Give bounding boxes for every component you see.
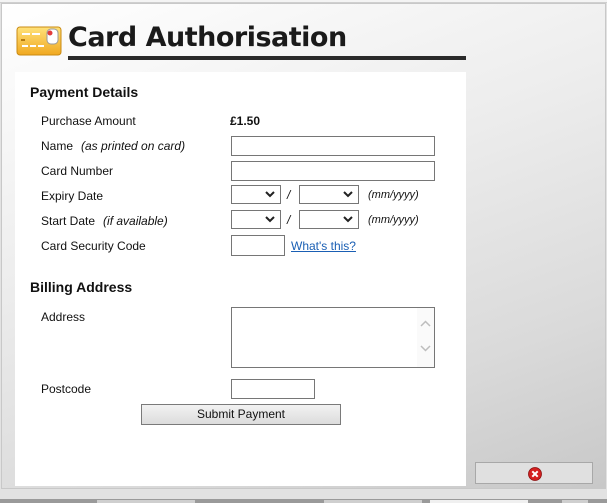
- page-title: Card Authorisation: [68, 22, 347, 53]
- postcode-label: Postcode: [41, 382, 92, 396]
- scroll-up-icon[interactable]: [420, 320, 431, 328]
- taskbar-strip: [0, 499, 607, 503]
- name-label-text: Name: [41, 139, 74, 153]
- credit-card-icon: [16, 26, 62, 56]
- expiry-separator: /: [287, 188, 291, 202]
- card-number-input[interactable]: [231, 161, 435, 181]
- form-panel: Payment Details Purchase Amount £1.50 Na…: [15, 72, 466, 486]
- chevron-down-icon: [265, 191, 275, 198]
- address-textarea[interactable]: [231, 307, 435, 368]
- payment-details-heading: Payment Details: [30, 84, 139, 100]
- chevron-down-icon: [343, 191, 353, 198]
- billing-address-heading: Billing Address: [30, 279, 133, 295]
- expiry-year-select[interactable]: [299, 185, 359, 204]
- chevron-down-icon: [343, 216, 353, 223]
- purchase-amount-label: Purchase Amount: [41, 114, 136, 128]
- start-format-hint: (mm/yyyy): [368, 214, 419, 226]
- scroll-down-icon[interactable]: [420, 344, 431, 352]
- expiry-date-label: Expiry Date: [41, 189, 104, 203]
- title-underline: [68, 56, 466, 60]
- name-hint: (as printed on card): [81, 139, 186, 153]
- expiry-format-hint: (mm/yyyy): [368, 189, 419, 201]
- start-date-label: Start Date (if available): [41, 214, 168, 228]
- close-button[interactable]: [475, 462, 593, 484]
- window-frame: Card Authorisation Payment Details Purch…: [0, 0, 607, 503]
- submit-payment-button[interactable]: Submit Payment: [141, 404, 341, 425]
- dialog-header: Card Authorisation: [14, 22, 466, 60]
- address-label: Address: [41, 310, 86, 324]
- address-scrollbar[interactable]: [417, 308, 434, 367]
- start-year-select[interactable]: [299, 210, 359, 229]
- purchase-amount-value: £1.50: [230, 114, 261, 128]
- start-month-select[interactable]: [231, 210, 281, 229]
- name-label: Name (as printed on card): [41, 139, 185, 153]
- chevron-down-icon: [265, 216, 275, 223]
- start-date-label-text: Start Date: [41, 214, 96, 228]
- security-code-input[interactable]: [231, 235, 285, 256]
- close-circle-icon: [528, 467, 542, 481]
- whats-this-link[interactable]: What's this?: [291, 239, 356, 253]
- name-input[interactable]: [231, 136, 435, 156]
- start-date-hint: (if available): [103, 214, 168, 228]
- card-number-label: Card Number: [41, 164, 114, 178]
- postcode-input[interactable]: [231, 379, 315, 399]
- start-separator: /: [287, 213, 291, 227]
- security-code-label: Card Security Code: [41, 239, 146, 253]
- expiry-month-select[interactable]: [231, 185, 281, 204]
